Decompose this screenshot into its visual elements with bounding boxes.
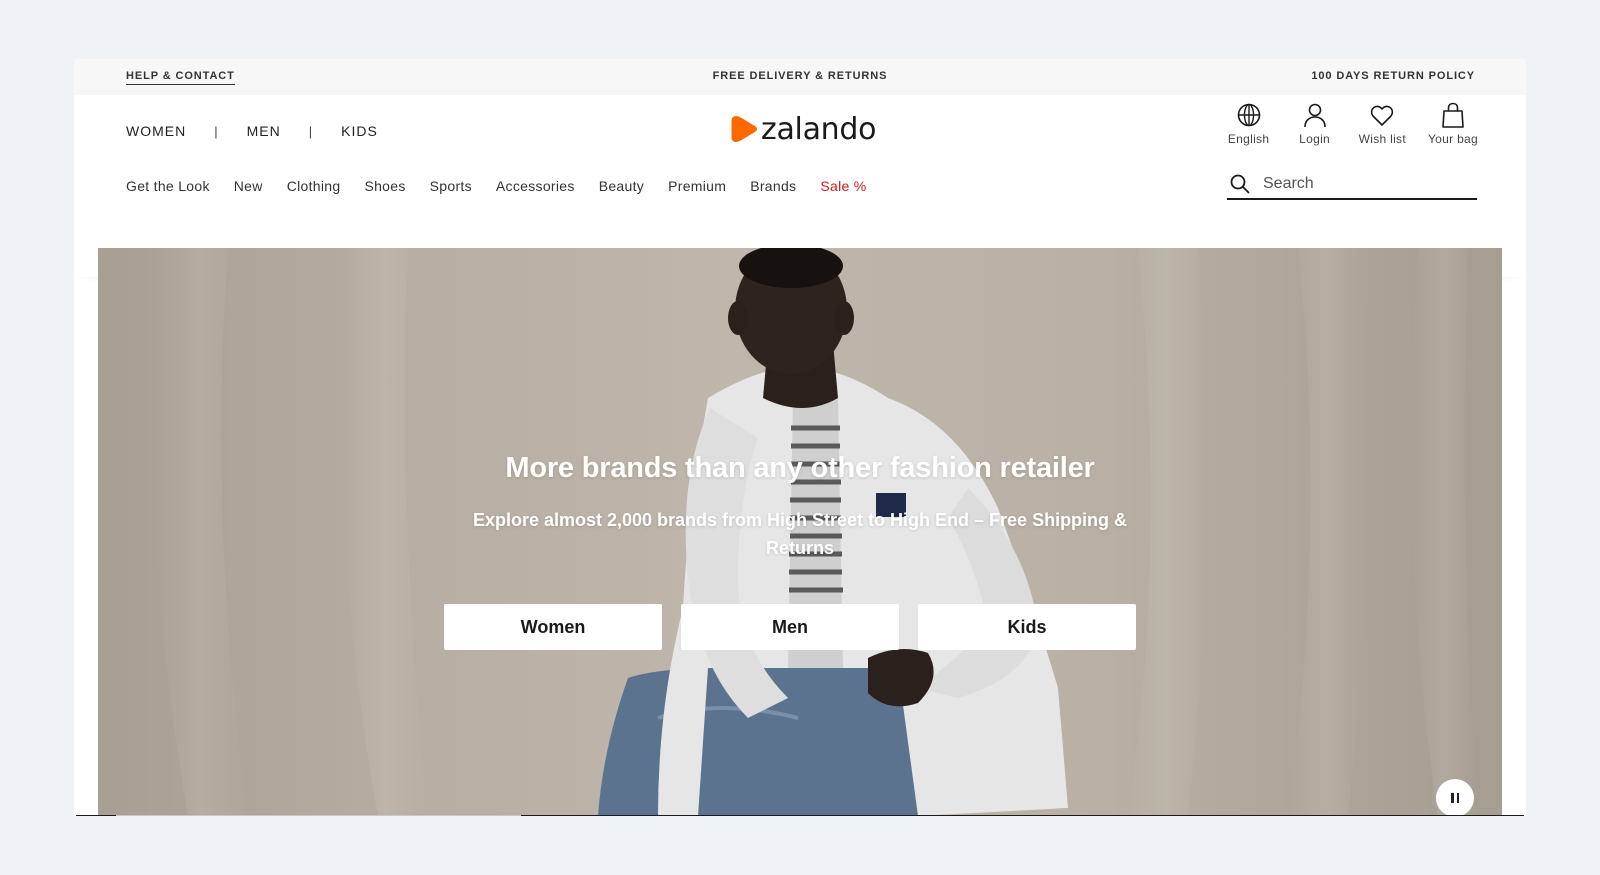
carousel-progress-fill [116,815,521,816]
gender-nav-men[interactable]: MEN [247,123,281,139]
gender-nav-separator: | [214,123,219,139]
heart-icon [1371,105,1394,126]
wishlist-button[interactable]: Wish list [1359,101,1406,146]
language-label: English [1227,132,1270,146]
zalando-logo-text: zalando [761,111,877,147]
category-nav: Get the Look New Clothing Shoes Sports A… [126,178,867,194]
bag-label: Your bag [1427,132,1478,146]
shop-kids-button[interactable]: Kids [918,604,1136,650]
category-premium[interactable]: Premium [668,178,726,194]
login-label: Login [1299,132,1331,146]
utility-bar: HELP & CONTACT FREE DELIVERY & RETURNS 1… [74,59,1526,95]
language-button[interactable]: English [1227,101,1271,146]
shop-men-button[interactable]: Men [681,604,899,650]
category-new[interactable]: New [234,178,263,194]
search-input[interactable] [1263,175,1463,193]
category-shoes[interactable]: Shoes [364,178,405,194]
bag-icon [1442,102,1464,128]
category-beauty[interactable]: Beauty [599,178,644,194]
carousel-progress-bar [76,815,1524,816]
return-policy-banner: 100 DAYS RETURN POLICY [1311,70,1475,82]
gender-nav-kids[interactable]: KIDS [341,123,378,139]
hero-title: More brands than any other fashion retai… [505,452,1095,484]
gender-nav-separator: | [308,123,314,139]
globe-icon [1237,103,1260,127]
category-sports[interactable]: Sports [430,178,472,194]
zalando-logo-mark-icon [731,116,757,142]
login-button[interactable]: Login [1293,101,1337,146]
category-get-the-look[interactable]: Get the Look [126,178,210,194]
header-actions: English Login Wish list Your bag [1227,101,1478,146]
category-clothing[interactable]: Clothing [287,178,341,194]
page-frame: HELP & CONTACT FREE DELIVERY & RETURNS 1… [74,59,1526,816]
wishlist-label: Wish list [1358,132,1406,146]
category-sale[interactable]: Sale % [820,178,866,194]
carousel-pause-button[interactable] [1436,779,1474,816]
pause-icon [1450,793,1461,803]
gender-nav-women[interactable]: WOMEN [126,123,186,139]
zalando-logo[interactable]: zalando [730,109,876,149]
hero-subtitle: Explore almost 2,000 brands from High St… [472,510,1128,558]
category-brands[interactable]: Brands [750,178,796,194]
category-accessories[interactable]: Accessories [496,178,575,194]
shop-women-button[interactable]: Women [444,604,662,650]
hero-banner: More brands than any other fashion retai… [98,248,1502,816]
bag-button[interactable]: Your bag [1428,101,1478,146]
gender-nav: WOMEN | MEN | KIDS [126,123,378,139]
free-delivery-banner: FREE DELIVERY & RETURNS [712,70,888,82]
search-bar[interactable] [1227,170,1477,200]
hero-buttons: Women Men Kids [444,604,1136,650]
user-icon [1303,103,1326,128]
search-icon[interactable] [1229,173,1251,195]
